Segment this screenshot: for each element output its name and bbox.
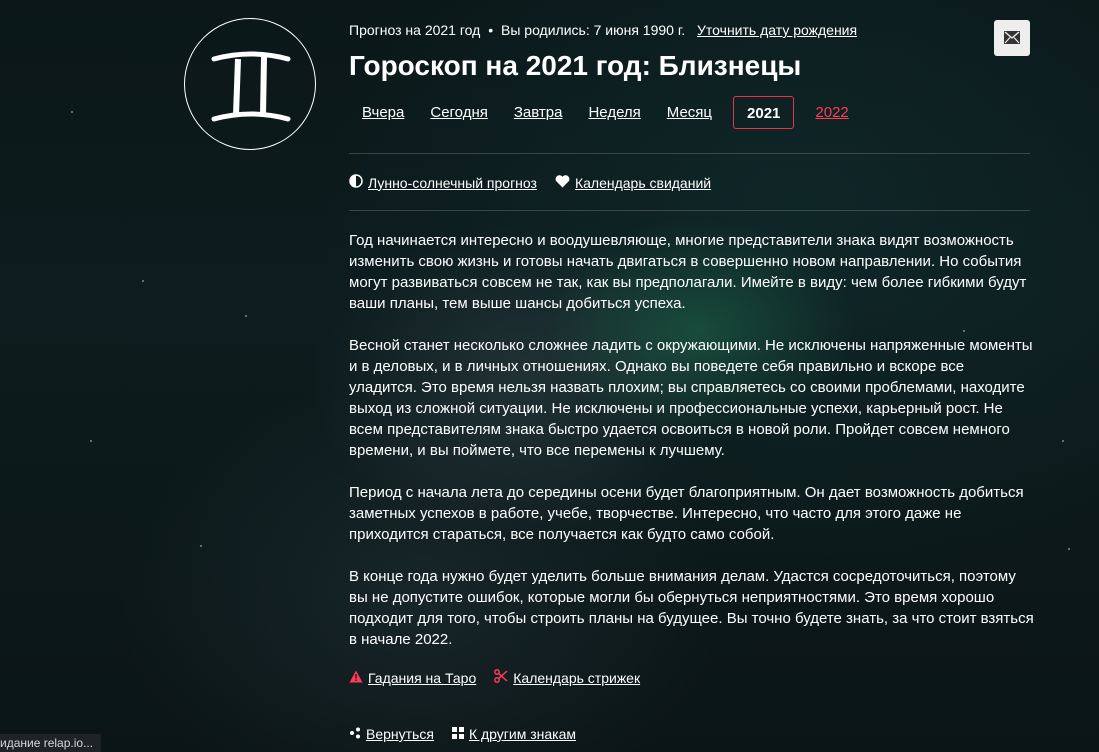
back-link[interactable]: Вернуться xyxy=(349,726,434,742)
warning-icon xyxy=(349,670,363,686)
page-title: Гороскоп на 2021 год: Близнецы xyxy=(349,50,802,81)
dating-calendar-label: Календарь свиданий xyxy=(574,174,712,191)
star-decoration xyxy=(200,545,202,547)
forecast-year-text: Прогноз на 2021 год xyxy=(349,22,481,38)
back-link-label: Вернуться xyxy=(366,726,434,742)
star-decoration xyxy=(142,280,144,282)
lunar-solar-forecast-label: Лунно-солнечный прогноз xyxy=(368,174,537,191)
refine-birthdate-link[interactable]: Уточнить дату рождения xyxy=(697,22,857,38)
star-decoration xyxy=(90,440,92,442)
other-signs-link[interactable]: К другим знакам xyxy=(451,726,577,742)
tarot-link-label: Гадания на Таро xyxy=(368,669,477,686)
horoscope-paragraph: Весной станет несколько сложнее ладить с… xyxy=(349,337,1033,459)
related-links: Гадания на Таро Календарь стрижек xyxy=(349,669,658,686)
lunar-solar-forecast-link[interactable]: Лунно-солнечный прогноз xyxy=(349,174,537,191)
tab-2021[interactable]: 2021 xyxy=(733,96,795,129)
share-icon xyxy=(349,726,361,742)
extra-forecast-links: Лунно-солнечный прогноз Календарь свидан… xyxy=(349,174,729,191)
grid-icon xyxy=(451,726,464,742)
tab-month[interactable]: Месяц xyxy=(654,96,725,129)
haircut-calendar-link[interactable]: Календарь стрижек xyxy=(494,669,640,686)
forecast-meta: Прогноз на 2021 год • Вы родились: 7 июн… xyxy=(349,22,857,38)
tab-tomorrow[interactable]: Завтра xyxy=(501,96,576,129)
heart-icon xyxy=(555,174,570,191)
star-decoration xyxy=(1068,548,1070,550)
tab-today[interactable]: Сегодня xyxy=(417,96,501,129)
star-decoration xyxy=(245,315,247,317)
horoscope-paragraph: Период с начала лета до середины осени б… xyxy=(349,484,1024,543)
horoscope-paragraph: В конце года нужно будет уделить больше … xyxy=(349,568,1034,648)
gemini-icon xyxy=(211,51,291,122)
birth-date-text: Вы родились: 7 июня 1990 г. xyxy=(501,22,686,38)
meta-separator: • xyxy=(488,22,494,38)
divider xyxy=(349,153,1030,154)
star-decoration xyxy=(1062,440,1064,442)
haircut-calendar-label: Календарь стрижек xyxy=(513,669,641,686)
tab-2022[interactable]: 2022 xyxy=(802,96,861,129)
divider xyxy=(349,210,1030,211)
email-share-button[interactable] xyxy=(994,20,1030,56)
tab-week[interactable]: Неделя xyxy=(575,96,653,129)
horoscope-paragraph: Год начинается интересно и воодушевляюще… xyxy=(349,232,1027,312)
tarot-link[interactable]: Гадания на Таро xyxy=(349,669,476,686)
period-tabs: Вчера Сегодня Завтра Неделя Месяц 2021 2… xyxy=(349,95,862,130)
scissors-icon xyxy=(494,669,508,686)
zodiac-sign-badge xyxy=(184,18,316,150)
dating-calendar-link[interactable]: Календарь свиданий xyxy=(555,174,711,191)
star-decoration xyxy=(71,111,73,113)
mail-icon xyxy=(1004,31,1020,44)
other-signs-label: К другим знакам xyxy=(468,726,577,742)
tab-yesterday[interactable]: Вчера xyxy=(349,96,417,129)
navigation-links: Вернуться К другим знакам xyxy=(349,726,594,742)
half-moon-icon xyxy=(349,174,363,191)
horoscope-text: Год начинается интересно и воодушевляюще… xyxy=(349,230,1035,671)
browser-status-bar: идание relap.io... xyxy=(0,734,102,752)
